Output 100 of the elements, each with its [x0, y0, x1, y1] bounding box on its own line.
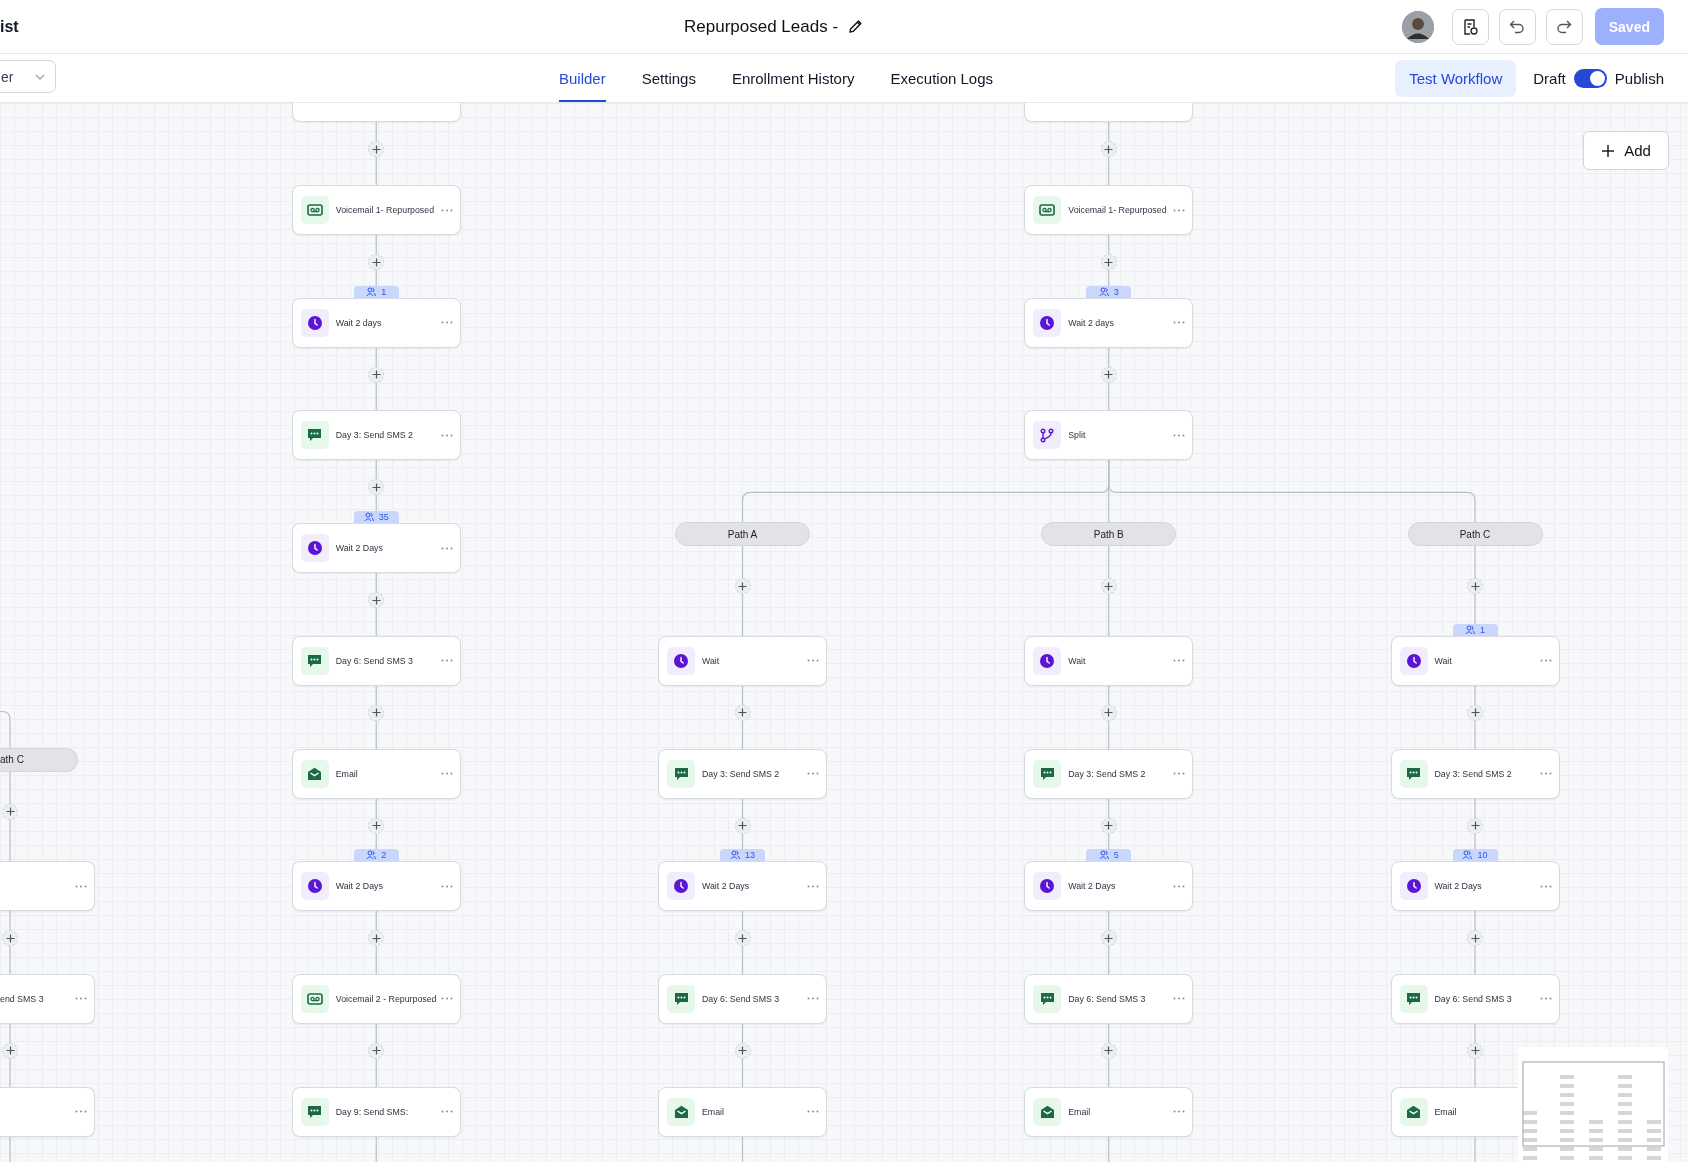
add-step-button[interactable] [1100, 704, 1117, 721]
more-icon[interactable] [74, 884, 87, 888]
add-step-button[interactable] [1467, 930, 1483, 947]
more-icon[interactable] [807, 659, 819, 663]
step-card[interactable]: Day 9: Send SMS: [291, 1086, 461, 1137]
add-step-button[interactable] [368, 592, 385, 609]
avatar[interactable] [1401, 10, 1434, 43]
add-step-button[interactable] [368, 254, 385, 270]
more-icon[interactable] [440, 772, 453, 775]
step-card[interactable]: Day 3: Send SMS 2 [658, 748, 827, 799]
add-step-button[interactable] [1100, 1042, 1117, 1059]
more-icon[interactable] [1173, 321, 1186, 325]
step-card[interactable]: Voicemail 1- Repurposed [1024, 185, 1194, 235]
publish-toggle[interactable] [1573, 68, 1607, 88]
more-icon[interactable] [440, 1110, 453, 1114]
add-step-button[interactable] [2, 1042, 18, 1059]
redo-button[interactable] [1545, 8, 1583, 45]
step-card[interactable]: Day 6: Send SMS 3 [291, 635, 461, 686]
chat-bubble-icon [1039, 991, 1055, 1006]
add-step-button[interactable] [1100, 578, 1117, 595]
add-step-button[interactable] [368, 930, 385, 947]
more-icon[interactable] [1173, 659, 1186, 663]
more-icon[interactable] [1539, 997, 1552, 1001]
add-step-button[interactable] [734, 578, 751, 595]
add-step-button[interactable] [368, 817, 385, 834]
step-card[interactable]: Wait [658, 635, 827, 686]
dropdown[interactable]: er [0, 60, 56, 93]
step-card[interactable]: Email [658, 1086, 827, 1137]
add-step-button[interactable] [1467, 1042, 1483, 1059]
step-card[interactable]: Day 6: Send SMS 3 [658, 973, 827, 1024]
add-step-button[interactable] [368, 704, 385, 721]
more-icon[interactable] [440, 321, 453, 325]
add-step-button[interactable] [734, 817, 751, 834]
step-card[interactable]: Day 6: Send SMS 3 [1024, 973, 1194, 1024]
add-step-button[interactable] [1467, 578, 1483, 595]
tab[interactable]: Execution Logs [890, 54, 994, 102]
step-card[interactable]: Day 3: Send SMS 2 [1390, 748, 1560, 799]
step-card[interactable]: Wait 2 Days [658, 861, 827, 912]
more-icon[interactable] [74, 997, 87, 1001]
step-card[interactable]: Wait 2 Days [1024, 861, 1194, 912]
edit-icon[interactable] [848, 19, 864, 34]
add-step-button[interactable] [1100, 930, 1117, 947]
step-card[interactable]: Wait [1390, 635, 1560, 686]
add-step-button[interactable] [1100, 366, 1117, 383]
step-card[interactable]: Voicemail 1- Repurposed [291, 185, 461, 235]
add-step-button[interactable] [368, 141, 385, 158]
add-step-button[interactable] [1467, 817, 1483, 834]
step-card[interactable]: Wait 2 Days [291, 861, 461, 912]
tab[interactable]: Settings [641, 54, 696, 102]
more-icon[interactable] [807, 1110, 819, 1114]
undo-button[interactable] [1498, 8, 1536, 45]
step-card[interactable]: Wait 2 days [291, 297, 461, 348]
step-card[interactable]: Email [1390, 1086, 1518, 1137]
test-workflow-button[interactable]: Test Workflow [1395, 59, 1517, 97]
more-icon[interactable] [440, 884, 453, 888]
tab[interactable]: Enrollment History [731, 54, 855, 102]
step-card[interactable]: Voicemail 2 - Repurposed [291, 973, 461, 1024]
step-card[interactable]: Day 6: Send SMS 3 [1390, 973, 1560, 1024]
document-button[interactable] [1451, 8, 1489, 45]
more-icon[interactable] [1539, 659, 1552, 663]
add-button[interactable]: Add [1583, 131, 1669, 170]
more-icon[interactable] [441, 997, 454, 1001]
more-icon[interactable] [1173, 884, 1186, 888]
add-step-button[interactable] [734, 1042, 751, 1059]
more-icon[interactable] [440, 208, 453, 212]
step-card[interactable]: Wait [1024, 635, 1194, 686]
add-step-button[interactable] [368, 366, 385, 383]
add-step-button[interactable] [1100, 817, 1117, 834]
more-icon[interactable] [440, 546, 453, 550]
step-card[interactable]: Wait 2 Days [1390, 861, 1560, 912]
step-card[interactable]: Wait 2 Days [291, 523, 461, 574]
add-step-button[interactable] [1467, 704, 1483, 721]
add-step-button[interactable] [1100, 254, 1117, 270]
add-step-button[interactable] [734, 930, 751, 947]
add-step-button[interactable] [2, 803, 18, 820]
step-card[interactable]: Day 3: Send SMS 2 [291, 410, 461, 461]
more-icon[interactable] [1173, 208, 1186, 212]
more-icon[interactable] [1173, 772, 1186, 775]
step-card[interactable]: end SMS 3 [0, 973, 95, 1024]
more-icon[interactable] [1539, 884, 1552, 888]
more-icon[interactable] [1173, 1110, 1186, 1114]
more-icon[interactable] [807, 772, 819, 775]
more-icon[interactable] [1173, 433, 1186, 437]
more-icon[interactable] [807, 884, 819, 888]
step-card[interactable]: Wait 2 days [1024, 297, 1194, 348]
step-card[interactable]: Day 3: Send SMS 2 [1024, 748, 1194, 799]
step-card[interactable]: Email [1024, 1086, 1194, 1137]
more-icon[interactable] [1539, 772, 1552, 775]
more-icon[interactable] [440, 659, 453, 663]
add-step-button[interactable] [368, 479, 385, 496]
more-icon[interactable] [1173, 997, 1186, 1001]
more-icon[interactable] [440, 433, 453, 437]
more-icon[interactable] [807, 997, 819, 1001]
add-step-button[interactable] [368, 1042, 385, 1059]
add-step-button[interactable] [2, 930, 18, 947]
more-icon[interactable] [74, 1110, 87, 1114]
step-card[interactable]: Split [1024, 410, 1194, 461]
add-step-button[interactable] [734, 704, 751, 721]
step-card[interactable]: Email [291, 748, 461, 799]
add-step-button[interactable] [1100, 141, 1117, 158]
